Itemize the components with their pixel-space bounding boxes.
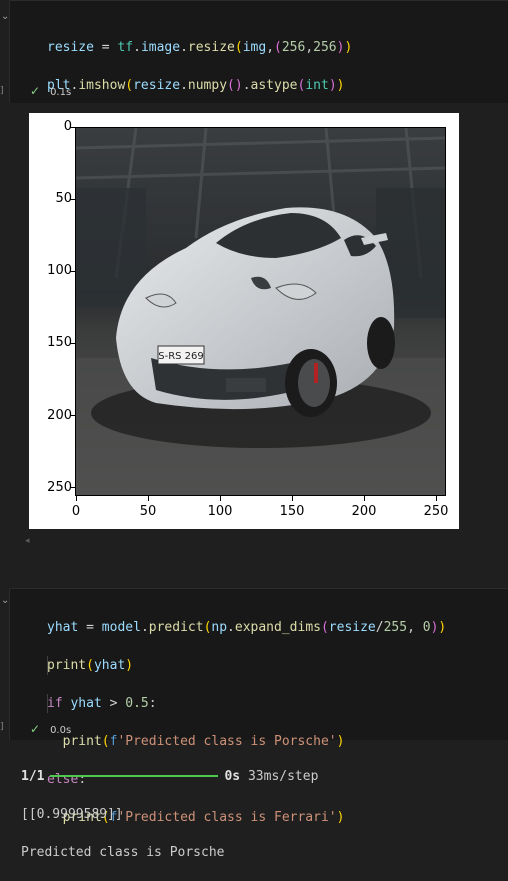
x-tickmark — [436, 496, 437, 501]
check-icon: ✓ — [30, 722, 41, 736]
collapse-chevron-icon[interactable]: ⌄ — [1, 596, 9, 606]
x-tick-label: 100 — [207, 504, 233, 519]
execution-count: ] — [0, 86, 4, 96]
check-icon: ✓ — [30, 84, 41, 98]
image-axes: S-RS 269 — [75, 127, 446, 496]
cell-2-status: ✓ 0.0s — [30, 722, 71, 736]
x-tickmark — [364, 496, 365, 501]
progress-line: 1/1 0s 33ms/step — [21, 767, 318, 786]
matplotlib-figure: S-RS 269 0 50 100 150 200 250 0 50 100 1… — [29, 113, 459, 529]
code-line-2: print(yhat) — [47, 658, 134, 673]
x-tick-label: 150 — [279, 504, 305, 519]
collapse-chevron-icon[interactable]: ⌄ — [1, 12, 9, 22]
code-line-2: plt.imshow(resize.numpy().astype(int)) — [47, 78, 345, 93]
y-tick-label: 200 — [47, 408, 72, 423]
cell-1-exec-time: 0.1s — [50, 87, 72, 98]
y-tick-label: 0 — [63, 119, 72, 134]
output-predicted-class: Predicted class is Porsche — [21, 845, 225, 860]
progress-time: 0s — [224, 769, 241, 784]
license-plate: S-RS 269 — [158, 351, 204, 362]
output-prediction-array: [[0.9999589]] — [21, 807, 123, 822]
car-image: S-RS 269 — [76, 128, 445, 495]
y-tick-label: 100 — [47, 263, 72, 278]
scroll-left-arrow-icon[interactable]: ◂ — [25, 536, 30, 546]
x-tick-label: 250 — [423, 504, 449, 519]
progress-step: 1/1 — [21, 769, 45, 784]
x-tick-label: 50 — [139, 504, 157, 519]
x-tickmark — [220, 496, 221, 501]
x-tickmark — [76, 496, 77, 501]
x-tick-label: 0 — [71, 504, 81, 519]
x-tickmark — [148, 496, 149, 501]
progress-bar — [50, 774, 219, 777]
execution-count: ] — [0, 722, 4, 732]
cell-2-output: 1/1 0s 33ms/step [[0.9999589]] Predicted … — [21, 748, 318, 881]
code-line-3: if yhat > 0.5: — [47, 696, 157, 711]
x-tickmark — [292, 496, 293, 501]
y-tick-label: 50 — [55, 191, 72, 206]
progress-rate: 33ms/step — [247, 769, 319, 784]
cell-2-exec-time: 0.0s — [50, 725, 72, 736]
x-tick-label: 200 — [351, 504, 377, 519]
code-line-1: yhat = model.predict(np.expand_dims(resi… — [47, 620, 447, 635]
y-tick-label: 150 — [47, 335, 72, 350]
code-line-1: resize = tf.image.resize(img,(256,256)) — [47, 40, 353, 55]
cell-1-status: ✓ 0.1s — [30, 84, 71, 98]
y-tick-label: 250 — [47, 480, 72, 495]
